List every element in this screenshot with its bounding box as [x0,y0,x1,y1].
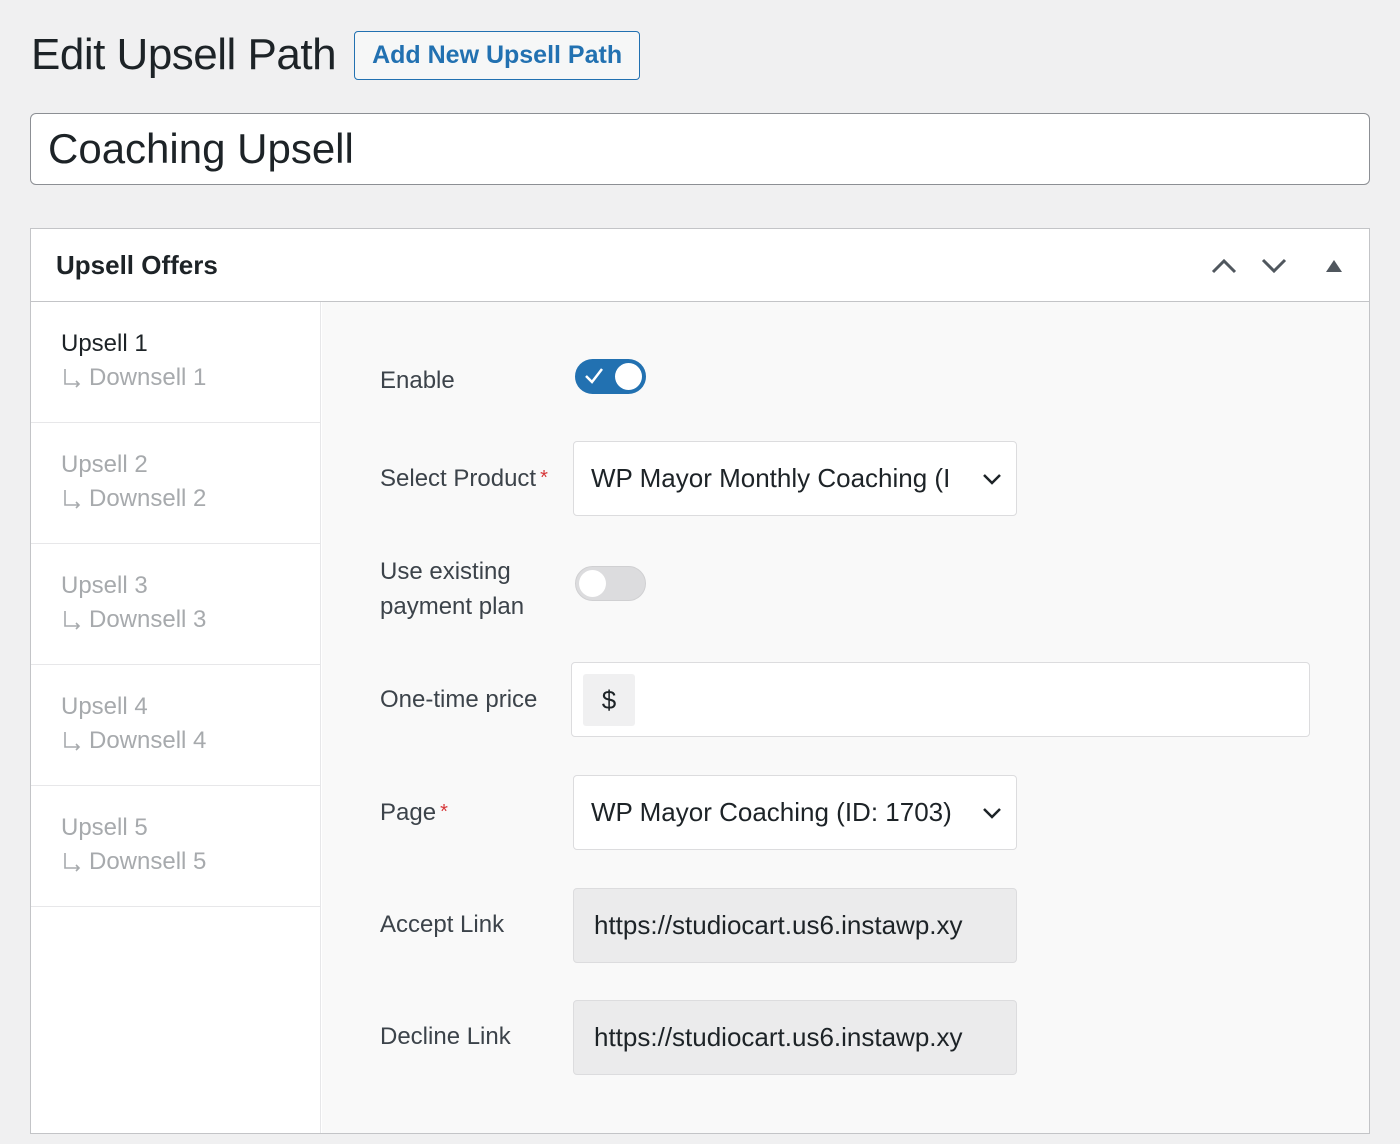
enable-field-label: Enable [380,367,455,394]
move-down-icon[interactable] [1258,251,1290,281]
sub-arrow-icon [64,732,81,751]
sub-arrow-icon [64,369,81,388]
downsell-label: Downsell 5 [89,848,207,875]
decline-link-field[interactable]: https://studiocart.us6.instawp.xy [573,1000,1017,1075]
existing-plan-toggle[interactable] [575,566,646,601]
upsell-label: Upsell 4 [61,693,148,720]
page-label: Page * [380,799,448,826]
required-mark: * [440,801,448,823]
offers-sidebar: Upsell 1 Downsell 1 Upsell 2 Downsell 2 … [31,302,321,1133]
sidebar-item-upsell-4[interactable]: Upsell 4 Downsell 4 [31,665,320,786]
downsell-label: Downsell 2 [89,485,207,512]
toggle-knob [579,570,606,597]
path-title-input[interactable]: Coaching Upsell [30,113,1370,185]
upsell-label: Upsell 2 [61,451,148,478]
upsell-label: Upsell 5 [61,814,148,841]
downsell-label: Downsell 4 [89,727,207,754]
sidebar-item-upsell-3[interactable]: Upsell 3 Downsell 3 [31,544,320,665]
downsell-label: Downsell 1 [89,364,207,391]
checkmark-icon [585,368,603,384]
existing-plan-label-line1: Use existing [380,558,511,585]
upsell-label: Upsell 3 [61,572,148,599]
sub-arrow-icon [64,853,81,872]
page-title: Edit Upsell Path [31,30,337,79]
sidebar-item-upsell-5[interactable]: Upsell 5 Downsell 5 [31,786,320,907]
downsell-row[interactable]: Downsell 2 [61,481,320,517]
one-time-price-label: One-time price [380,686,538,713]
downsell-row[interactable]: Downsell 4 [61,723,320,759]
sub-arrow-icon [64,490,81,509]
page-select-value: WP Mayor Coaching (ID: 1703) [591,797,952,827]
move-up-icon[interactable] [1208,251,1240,281]
product-select[interactable]: WP Mayor Monthly Coaching (I [573,441,1017,516]
add-new-upsell-path-button[interactable]: Add New Upsell Path [354,30,641,80]
page-select[interactable]: WP Mayor Coaching (ID: 1703) [573,775,1017,850]
downsell-label: Downsell 3 [89,606,207,633]
product-select-value: WP Mayor Monthly Coaching (I [591,463,951,493]
required-mark: * [540,467,548,489]
currency-prefix: $ [583,674,635,726]
select-product-label: Select Product * [380,465,548,492]
decline-link-label: Decline Link [380,1023,511,1050]
metabox-header: Upsell Offers [31,229,1369,302]
sub-arrow-icon [64,611,81,630]
downsell-row[interactable]: Downsell 3 [61,602,320,638]
upsell-label: Upsell 1 [61,330,148,357]
chevron-down-icon [983,808,1001,819]
collapse-panel-icon[interactable] [1318,251,1350,281]
downsell-row[interactable]: Downsell 5 [61,844,320,880]
sidebar-item-upsell-2[interactable]: Upsell 2 Downsell 2 [31,423,320,544]
one-time-price-input[interactable]: $ [571,662,1310,737]
downsell-row[interactable]: Downsell 1 [61,360,320,396]
toggle-knob [615,363,642,390]
existing-plan-label-line2: payment plan [380,593,525,620]
enable-toggle[interactable] [575,359,646,394]
accept-link-field[interactable]: https://studiocart.us6.instawp.xy [573,888,1017,963]
metabox-title: Upsell Offers [56,249,218,280]
page-header: Edit Upsell Path Add New Upsell Path [31,30,641,80]
sidebar-item-upsell-1[interactable]: Upsell 1 Downsell 1 [31,302,320,423]
chevron-down-icon [983,474,1001,485]
accept-link-label: Accept Link [380,911,505,938]
